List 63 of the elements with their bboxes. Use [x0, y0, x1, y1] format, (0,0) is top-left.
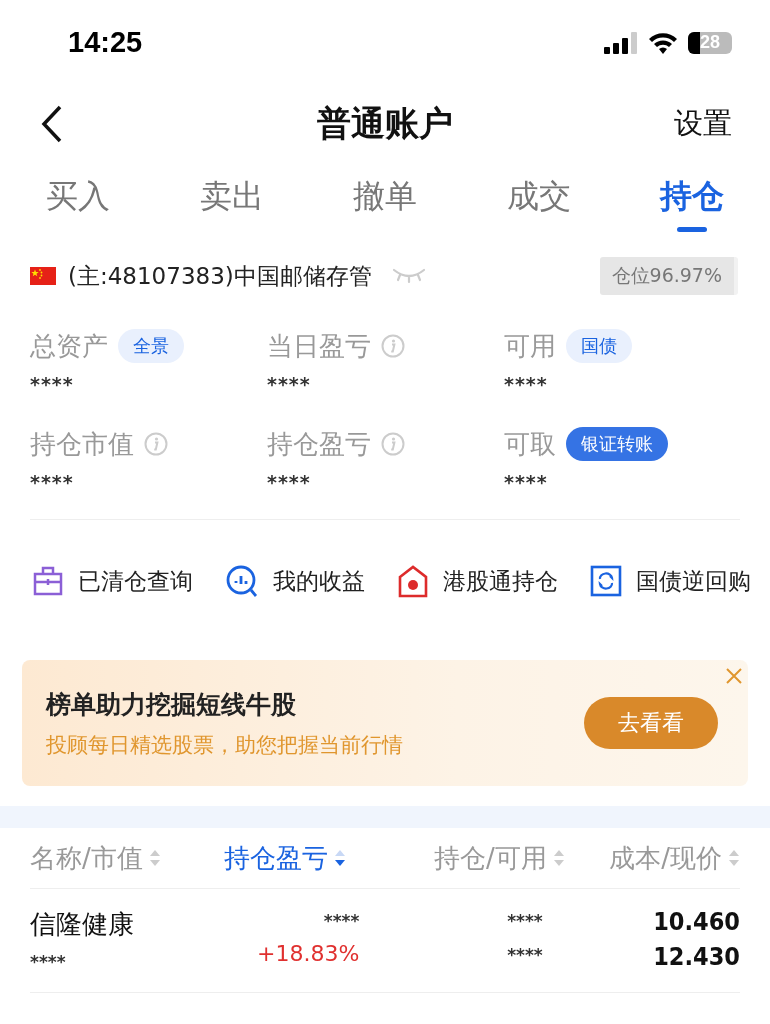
chart-search-icon [225, 564, 259, 598]
metric-label: 持仓市值 [30, 427, 134, 461]
column-header[interactable]: 成本/现价 [564, 840, 740, 876]
metric-value: **** [267, 471, 312, 493]
tab[interactable]: 成交 [506, 171, 571, 247]
shortcut-item[interactable]: 国债逆回购 [590, 565, 751, 597]
exchange-icon [590, 565, 622, 597]
shortcut-item[interactable]: 已清仓查询 [32, 565, 193, 597]
metric-label: 持仓盈亏 [267, 427, 371, 461]
account-name: (主:48107383)中国邮储存管 [68, 261, 372, 291]
tab[interactable]: 撤单 [353, 171, 417, 247]
profit-amount: **** [323, 910, 360, 933]
available-quantity: **** [507, 944, 543, 967]
metric-label: 可取 [504, 427, 556, 461]
battery-icon: 28 [688, 31, 732, 54]
current-price: 12.430 [653, 942, 740, 971]
cost-price: 10.460 [653, 907, 740, 936]
stock-name: 信隆健康 [30, 908, 135, 941]
closed-eye-icon[interactable] [391, 267, 426, 285]
column-header[interactable]: 持仓盈亏 [214, 840, 390, 876]
holding-quantity: **** [507, 910, 543, 933]
metric-value: **** [30, 373, 75, 395]
back-icon[interactable] [40, 104, 64, 144]
transfer-button[interactable]: 银证转账 [566, 427, 668, 461]
info-icon[interactable] [144, 432, 168, 456]
tab[interactable]: 卖出 [199, 171, 264, 247]
close-icon[interactable] [726, 668, 742, 684]
banner-title: 榜单助力挖掘短线牛股 [46, 688, 297, 721]
market-value: **** [30, 951, 67, 974]
column-header[interactable]: 名称/市值 [30, 840, 215, 876]
view-button[interactable]: 去看看 [584, 697, 718, 749]
info-icon[interactable] [381, 334, 405, 358]
banner-subtitle: 投顾每日精选股票，助您把握当前行情 [46, 731, 403, 759]
metric-value: **** [267, 373, 312, 395]
sort-icon [552, 849, 565, 867]
metric-label: 总资产 [30, 329, 108, 363]
tag-button[interactable]: 全景 [118, 329, 184, 363]
metric-value: **** [30, 471, 75, 493]
sort-icon [148, 849, 161, 867]
profit-percent: +18.83% [257, 941, 360, 966]
settings-link[interactable]: 设置 [674, 104, 732, 144]
metric-value: **** [504, 471, 549, 493]
clock-time: 14:25 [68, 26, 143, 59]
house-flower-icon [397, 564, 429, 598]
sort-icon [728, 849, 740, 867]
holding-row[interactable]: 信隆健康 **** **** +18.83% **** **** 10.460 12.430 [30, 889, 740, 993]
sort-down-icon [334, 849, 347, 867]
briefcase-icon [32, 565, 64, 597]
tag-button[interactable]: 国债 [566, 329, 632, 363]
metric-value: **** [504, 373, 549, 395]
shortcut-item[interactable]: 港股通持仓 [397, 564, 558, 598]
position-ratio: 仓位96.97% [599, 257, 738, 295]
signal-icon [604, 31, 638, 54]
metric-label: 可用 [504, 329, 556, 363]
page-title: 普通账户 [317, 103, 453, 143]
info-icon[interactable] [381, 432, 405, 456]
metric-label: 当日盈亏 [267, 329, 371, 363]
tab[interactable]: 买入 [46, 171, 110, 247]
wifi-icon [648, 31, 678, 54]
china-flag-icon [30, 267, 56, 285]
tab[interactable]: 持仓 [660, 171, 724, 247]
column-header[interactable]: 持仓/可用 [389, 840, 565, 876]
shortcut-item[interactable]: 我的收益 [225, 564, 365, 598]
